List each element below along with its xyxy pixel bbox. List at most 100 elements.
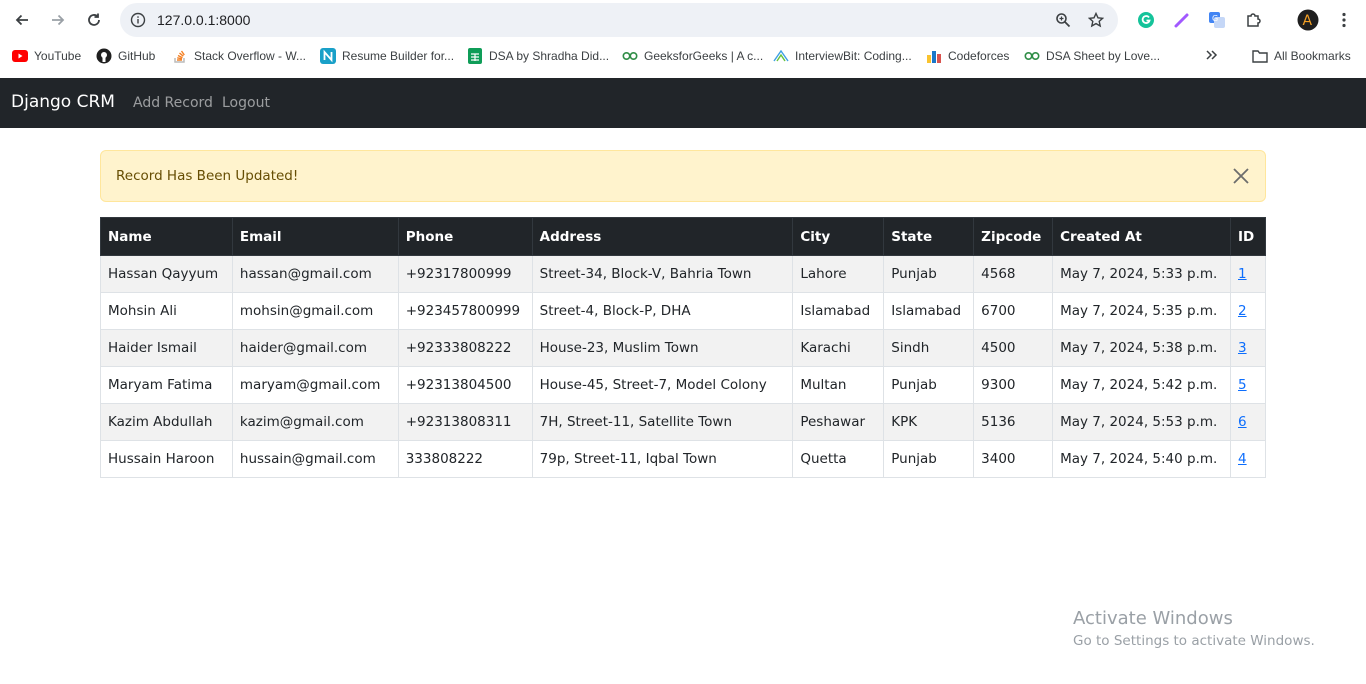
cell-zipcode: 6700 [973,292,1054,330]
cell-address: House-45, Street-7, Model Colony [531,366,794,404]
folder-icon [1252,48,1268,64]
record-id-link[interactable]: 3 [1238,340,1247,356]
cell-address: 7H, Street-11, Satellite Town [531,403,794,441]
back-button[interactable] [8,6,36,34]
nav-add-record[interactable]: Add Record [133,95,213,111]
more-bookmarks-button[interactable] [1204,48,1218,62]
bookmark-label: Resume Builder for... [342,49,455,63]
back-arrow-icon [15,14,28,26]
extensions-puzzle-icon[interactable] [1243,9,1265,31]
column-header-id: ID [1230,217,1266,256]
windows-activation-watermark: Activate Windows Go to Settings to activ… [1073,608,1315,649]
cell-zipcode: 3400 [973,440,1054,478]
stackoverflow-icon [172,48,188,64]
browser-menu-icon[interactable] [1333,9,1355,31]
cell-id: 2 [1230,292,1266,330]
bookmark-youtube[interactable]: YouTube [12,48,81,64]
cell-state: Sindh [883,329,975,367]
alert-close-button[interactable] [1231,166,1251,186]
bookmark-geeksforgeeks[interactable]: GeeksforGeeks | A c... [622,48,763,64]
cell-email: hussain@gmail.com [231,440,399,478]
cell-state: Punjab [883,255,975,293]
column-header-email: Email [231,217,399,256]
table-row: Haider Ismail haider@gmail.com +92333808… [100,329,1266,367]
cell-phone: +92317800999 [397,255,533,293]
cell-address: 79p, Street-11, Iqbal Town [531,440,794,478]
grammarly-extension-icon[interactable] [1135,9,1157,31]
cell-phone: +92313808311 [397,403,533,441]
cell-state: Punjab [883,366,975,404]
all-bookmarks-label: All Bookmarks [1274,49,1351,63]
cell-address: Street-4, Block-P, DHA [531,292,794,330]
navbar-brand[interactable]: Django CRM [11,92,115,112]
record-id-link[interactable]: 2 [1238,303,1247,319]
cell-city: Lahore [792,255,885,293]
watermark-title: Activate Windows [1073,608,1233,629]
translate-extension-icon[interactable]: G [1206,9,1228,31]
cell-name: Hassan Qayyum [100,255,233,293]
cell-created-at: May 7, 2024, 5:38 p.m. [1052,329,1231,367]
address-bar[interactable]: 127.0.0.1:8000 [120,3,1118,37]
reload-button[interactable] [80,6,108,34]
cell-city: Peshawar [792,403,885,441]
cell-email: kazim@gmail.com [231,403,399,441]
bookmark-label: GitHub [118,49,156,63]
table-row: Maryam Fatima maryam@gmail.com +92313804… [100,366,1266,404]
bookmark-interviewbit[interactable]: InterviewBit: Coding... [773,48,912,64]
record-id-link[interactable]: 4 [1238,451,1247,467]
cell-id: 6 [1230,403,1266,441]
cell-created-at: May 7, 2024, 5:42 p.m. [1052,366,1231,404]
profile-avatar[interactable]: A [1297,9,1319,31]
cell-name: Haider Ismail [100,329,233,367]
cell-email: maryam@gmail.com [231,366,399,404]
bookmark-github[interactable]: GitHub [96,48,155,64]
cell-city: Quetta [792,440,885,478]
pen-extension-icon[interactable] [1171,9,1193,31]
site-info-icon[interactable] [128,10,148,30]
bookmark-codeforces[interactable]: Codeforces [926,48,1009,64]
forward-button[interactable] [44,6,72,34]
cell-name: Kazim Abdullah [100,403,233,441]
cell-zipcode: 9300 [973,366,1054,404]
bookmark-dsa-shradha[interactable]: DSA by Shradha Did... [467,48,609,64]
codeforces-icon [926,48,942,64]
bookmark-stackoverflow[interactable]: Stack Overflow - W... [172,48,306,64]
record-id-link[interactable]: 6 [1238,414,1247,430]
all-bookmarks-button[interactable]: All Bookmarks [1252,48,1351,64]
cell-city: Karachi [792,329,885,367]
table-row: Hussain Haroon hussain@gmail.com 3338082… [100,440,1266,478]
cell-id: 4 [1230,440,1266,478]
nav-logout[interactable]: Logout [222,95,270,111]
cell-created-at: May 7, 2024, 5:33 p.m. [1052,255,1231,293]
cell-address: Street-34, Block-V, Bahria Town [531,255,794,293]
bookmarks-bar: YouTube GitHub Stack Overflow - W... Res… [0,40,1366,74]
svg-text:G: G [1212,14,1218,23]
bookmark-dsa-sheet-love[interactable]: DSA Sheet by Love... [1024,48,1160,64]
column-header-state: State [883,217,975,256]
cell-zipcode: 4568 [973,255,1054,293]
table-header-row: Name Email Phone Address City State Zipc… [100,217,1266,256]
column-header-phone: Phone [397,217,533,256]
cell-created-at: May 7, 2024, 5:40 p.m. [1052,440,1231,478]
zoom-icon[interactable] [1053,10,1073,30]
cell-city: Multan [792,366,885,404]
bookmark-label: DSA Sheet by Love... [1046,49,1161,63]
url-text[interactable]: 127.0.0.1:8000 [157,12,250,28]
bookmark-label: YouTube [34,49,82,63]
cell-name: Hussain Haroon [100,440,233,478]
record-id-link[interactable]: 1 [1238,266,1247,282]
cell-created-at: May 7, 2024, 5:53 p.m. [1052,403,1231,441]
bookmark-label: GeeksforGeeks | A c... [644,49,764,63]
cell-id: 5 [1230,366,1266,404]
cell-name: Maryam Fatima [100,366,233,404]
cell-zipcode: 4500 [973,329,1054,367]
bookmark-resume-builder[interactable]: Resume Builder for... [320,48,454,64]
bookmark-label: Codeforces [948,49,1010,63]
cell-address: House-23, Muslim Town [531,329,794,367]
table-row: Kazim Abdullah kazim@gmail.com +92313808… [100,403,1266,441]
table-row: Mohsin Ali mohsin@gmail.com +92345780099… [100,292,1266,330]
cell-email: haider@gmail.com [231,329,399,367]
cell-email: mohsin@gmail.com [231,292,399,330]
record-id-link[interactable]: 5 [1238,377,1247,393]
bookmark-star-icon[interactable] [1086,10,1106,30]
